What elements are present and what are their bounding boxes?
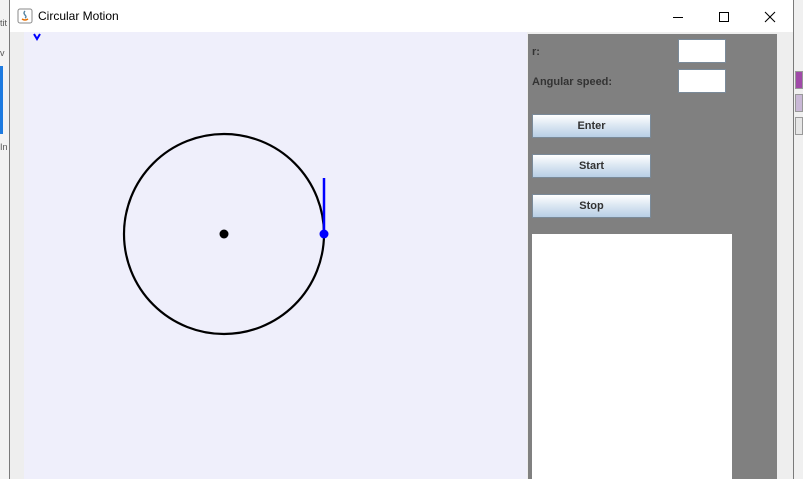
right-gutter: [777, 32, 793, 479]
angular-speed-input[interactable]: [678, 69, 726, 93]
moving-point: [319, 229, 329, 239]
center-point: [219, 229, 229, 239]
corner-marker: [33, 33, 41, 41]
screen: tit v In Circular Motion r: Angular spee…: [0, 0, 803, 479]
drawing-canvas[interactable]: [24, 32, 527, 479]
background-tab: [795, 94, 803, 112]
background-highlight: [0, 66, 3, 134]
title-bar[interactable]: Circular Motion: [10, 2, 793, 32]
window-title: Circular Motion: [38, 9, 119, 23]
angular-speed-label: Angular speed:: [532, 76, 613, 88]
maximize-button[interactable]: [701, 2, 747, 32]
close-button[interactable]: [747, 2, 793, 32]
r-input[interactable]: [678, 39, 726, 63]
enter-button[interactable]: Enter: [532, 114, 651, 138]
close-icon: [764, 11, 776, 23]
background-text-fragment: v: [0, 48, 5, 58]
app-window: Circular Motion r: Angular speed: Enter …: [9, 0, 794, 479]
background-text-fragment: tit: [0, 18, 8, 28]
output-text-area[interactable]: [532, 234, 732, 479]
background-window-right: [794, 0, 803, 479]
minimize-button[interactable]: [655, 2, 701, 32]
background-tab: [795, 117, 803, 135]
java-icon: [17, 8, 33, 24]
stop-button[interactable]: Stop: [532, 194, 651, 218]
background-window-left: tit v In: [0, 0, 9, 479]
control-panel: r: Angular speed: Enter Start Stop: [528, 34, 777, 479]
start-button[interactable]: Start: [532, 154, 651, 178]
motion-drawing: [33, 33, 329, 336]
client-area: r: Angular speed: Enter Start Stop: [10, 32, 793, 479]
background-text-fragment: In: [0, 142, 8, 152]
maximize-icon: [719, 12, 729, 22]
r-label: r:: [532, 46, 540, 58]
background-tab: [795, 71, 803, 89]
minimize-icon: [673, 17, 683, 18]
left-gutter: [10, 32, 24, 479]
